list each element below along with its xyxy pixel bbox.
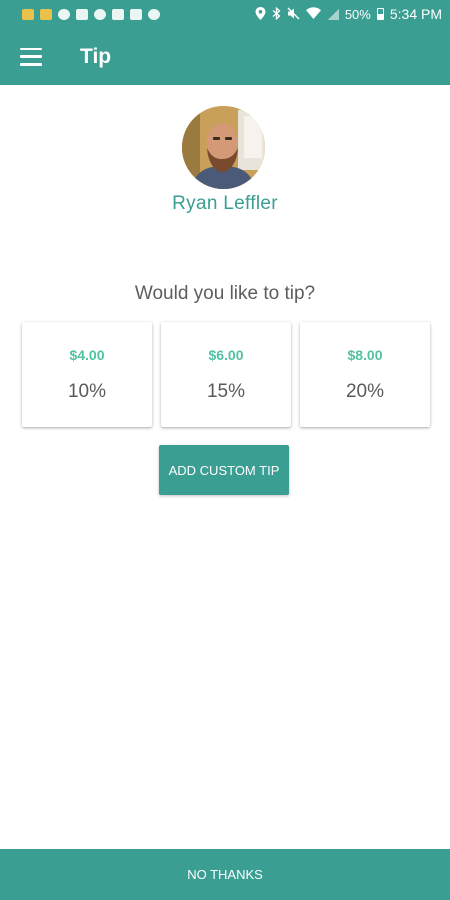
tip-amount: $6.00: [208, 347, 244, 363]
add-icon: [148, 8, 160, 20]
system-icons: 50% 5:34 PM: [255, 6, 442, 22]
bluetooth-icon: [272, 6, 281, 22]
add-custom-tip-button[interactable]: ADD CUSTOM TIP: [159, 445, 289, 495]
wifi-icon: [305, 7, 321, 21]
tip-percent: 15%: [206, 381, 246, 402]
signal-icon: [326, 8, 339, 20]
tip-option-15-percent[interactable]: $6.00 15%: [161, 322, 291, 427]
tip-option-20-percent[interactable]: $8.00 20%: [300, 322, 430, 427]
page-title: Tip: [80, 44, 112, 68]
tip-amount: $8.00: [347, 347, 383, 363]
tip-prompt: Would you like to tip?: [134, 283, 316, 304]
tip-amount: $4.00: [69, 347, 105, 363]
mail-icon: [76, 8, 88, 20]
location-icon: [255, 6, 266, 22]
battery-level: 50%: [344, 6, 371, 22]
tip-options: $4.00 10% $6.00 15% $8.00 20%: [22, 322, 430, 427]
notification-icons: [22, 8, 160, 20]
image-icon: [130, 8, 142, 20]
tip-percent: 10%: [67, 381, 107, 402]
battery-icon: [376, 8, 384, 20]
sync-icon: [58, 8, 70, 20]
app-bar: Tip: [0, 28, 450, 85]
gmail-icon: [22, 8, 34, 20]
gmail-icon: [40, 8, 52, 20]
sync-icon: [94, 8, 106, 20]
status-time: 5:34 PM: [389, 6, 442, 22]
avatar: [182, 106, 265, 189]
profile-name: Ryan Leffler: [172, 193, 278, 214]
menu-icon[interactable]: [20, 47, 42, 66]
status-bar: 50% 5:34 PM: [0, 0, 450, 28]
mute-icon: [287, 7, 300, 22]
mail-icon: [112, 8, 124, 20]
no-thanks-button[interactable]: NO THANKS: [0, 849, 450, 900]
tip-option-10-percent[interactable]: $4.00 10%: [22, 322, 152, 427]
tip-percent: 20%: [345, 381, 385, 402]
